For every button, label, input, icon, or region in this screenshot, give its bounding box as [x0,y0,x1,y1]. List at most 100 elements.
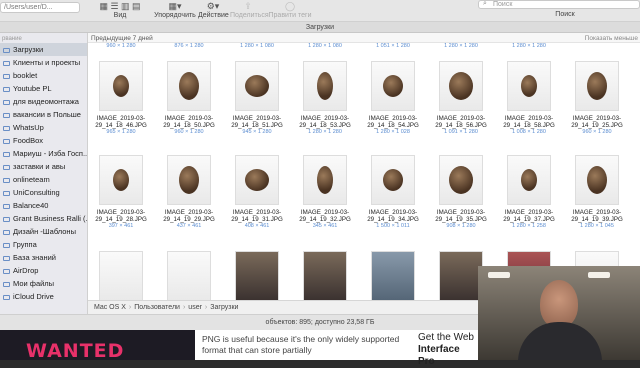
file-item[interactable]: IMAGE_2019-03-29_14_18_58.JPG 1 008 × 1 2… [496,61,562,136]
folder-icon [3,125,10,131]
sidebar-item[interactable]: Клиенты и проекты [0,56,87,69]
sidebar-item[interactable]: Grant Business Ralli (... [0,212,87,225]
image-thumbnail[interactable] [371,251,415,300]
sidebar-item-label: onlineteam [13,175,50,184]
file-item[interactable]: IMAGE_2019-03-29_14_19_37.JPG 1 280 × 1 2… [496,155,562,230]
view-button[interactable]: ▦ ☰ ▥ ▤ Вид [92,0,148,22]
jewelry-figure [245,169,269,191]
path-segment[interactable]: Загрузки [210,304,238,311]
file-item[interactable]: IMAGE_2019-03-29_14_18_50.JPG 960 × 1 280 [156,61,222,136]
path-segment[interactable]: user [188,304,202,311]
chevron-right-icon: › [128,304,132,311]
file-dimensions: 1 008 × 1 280 [512,129,546,135]
sidebar-item-label: Дизайн -Шаблоны [13,227,76,236]
sidebar-heading: рвание [2,36,22,42]
file-item[interactable]: IMAGE_2019-03-29_14_18_51.JPG 945 × 1 280 [224,61,290,136]
sidebar-item[interactable]: Дизайн -Шаблоны [0,225,87,238]
file-dimensions: 1 091 × 1 280 [444,129,478,135]
search-icon: ⌕ [483,0,487,7]
sidebar-item[interactable]: Мои файлы [0,277,87,290]
file-dimensions: 960 × 1 280 [106,43,136,49]
image-thumbnail [99,61,143,111]
folder-icon [3,151,10,157]
folder-icon [3,99,10,105]
sidebar-item[interactable]: заставки и авы [0,160,87,173]
file-item[interactable]: IMAGE_2019-03-29_14_18_54.JPG 1 280 × 1 0… [360,61,426,136]
sidebar-item[interactable]: вакансии в Польше [0,108,87,121]
sidebar-item[interactable]: booklet [0,69,87,82]
image-thumbnail [439,61,483,111]
gear-icon: ⚙▾ [206,1,220,11]
sidebar-item[interactable]: FoodBox [0,134,87,147]
image-thumbnail[interactable] [235,251,279,300]
sidebar-item-label: Группа [13,240,37,249]
image-thumbnail [439,155,483,205]
file-item[interactable]: IMAGE_2019-03-29_14_19_25.JPG 960 × 1 280 [564,61,630,136]
image-thumbnail [575,61,619,111]
sidebar: рвание Загрузки Клиенты и проекты booklet Y… [0,33,88,330]
view-label: Вид [113,12,127,19]
file-dimensions: 960 × 1 280 [174,129,204,135]
sidebar-item[interactable]: для видеомонтажа [0,95,87,108]
file-item[interactable]: IMAGE_2019-03-29_14_19_32.JPG 345 × 461 [292,155,358,230]
image-thumbnail[interactable] [303,251,347,300]
file-name: IMAGE_2019-03-29_14_19_39.JPG [571,209,623,223]
sidebar-item[interactable]: onlineteam [0,173,87,186]
view-grid-icon: ▦ ☰ ▥ ▤ [99,1,141,11]
path-segment[interactable]: Mac OS X [94,304,126,311]
sidebar-item[interactable]: WhatsUp [0,121,87,134]
image-thumbnail[interactable] [439,251,483,300]
file-name: IMAGE_2019-03-29_14_19_25.JPG [571,115,623,129]
ceiling-lamp [588,272,610,278]
arrange-label: Упорядочить [154,12,196,19]
image-thumbnail[interactable] [99,251,143,300]
share-button[interactable]: ⇪ Поделиться [230,0,269,22]
file-item[interactable]: IMAGE_2019-03-29_14_19_29.JPG 437 × 461 [156,155,222,230]
file-item[interactable]: IMAGE_2019-03-29_14_18_56.JPG 1 091 × 1 2… [428,61,494,136]
sidebar-item-label: Balance40 [13,201,49,210]
chevron-right-icon: › [182,304,186,311]
sidebar-item[interactable]: iCloud Drive [0,290,87,303]
search-input[interactable]: ⌕ Поиск [478,0,640,9]
path-segment[interactable]: Пользователи [134,304,180,311]
ceiling-lamp [488,272,510,278]
file-item[interactable]: IMAGE_2019-03-29_14_19_35.JPG 908 × 1 280 [428,155,494,230]
file-item[interactable]: IMAGE_2019-03-29_14_19_28.JPG 397 × 461 [88,155,154,230]
sidebar-item-label: UniConsulting [13,188,60,197]
sidebar-item-label: вакансии в Польше [13,110,81,119]
edit-tags-button[interactable]: ◯ Правити теги [268,0,312,22]
sidebar-item[interactable]: Мариуш - Изба Госп... [0,147,87,160]
sidebar-item-label: для видеомонтажа [13,97,79,106]
image-thumbnail[interactable] [167,251,211,300]
sidebar-item[interactable]: Группа [0,238,87,251]
arrange-button[interactable]: ▦▾ Упорядочить [152,0,198,22]
presenter-body [518,322,602,360]
action-button[interactable]: ⚙▾ Действие [198,0,229,22]
image-thumbnail [303,155,347,205]
file-item[interactable]: IMAGE_2019-03-29_14_19_39.JPG 1 280 × 1 0… [564,155,630,230]
folder-icon [3,138,10,144]
sidebar-item[interactable]: Загрузки [0,43,87,56]
sidebar-item[interactable]: Youtube PL [0,82,87,95]
sidebar-item[interactable]: UniConsulting [0,186,87,199]
file-name: IMAGE_2019-03-29_14_18_46.JPG [95,115,147,129]
sidebar-list: Загрузки Клиенты и проекты booklet Youtube … [0,43,87,303]
promo-line-2: Interface Pro [418,344,460,367]
show-less-link[interactable]: Показать меньше [585,35,638,42]
sidebar-item[interactable]: AirDrop [0,264,87,277]
file-item[interactable]: IMAGE_2019-03-29_14_19_34.JPG 1 500 × 1 0… [360,155,426,230]
sidebar-item-label: WhatsUp [13,123,44,132]
file-name: IMAGE_2019-03-29_14_19_29.JPG [163,209,215,223]
sidebar-item[interactable]: Balance40 [0,199,87,212]
folder-icon [3,177,10,183]
sidebar-item[interactable]: База знаний [0,251,87,264]
webcam-overlay [478,266,640,360]
path-field[interactable]: /Users/user/D... [0,2,80,13]
file-dimensions: 908 × 1 280 [446,223,476,229]
jewelry-figure [587,72,607,100]
jewelry-figure [449,72,473,100]
file-item[interactable]: IMAGE_2019-03-29_14_18_46.JPG 965 × 1 280 [88,61,154,136]
file-item[interactable]: IMAGE_2019-03-29_14_18_53.JPG 1 280 × 1 2… [292,61,358,136]
folder-icon [3,216,10,222]
file-item[interactable]: IMAGE_2019-03-29_14_19_31.JPG 408 × 461 [224,155,290,230]
